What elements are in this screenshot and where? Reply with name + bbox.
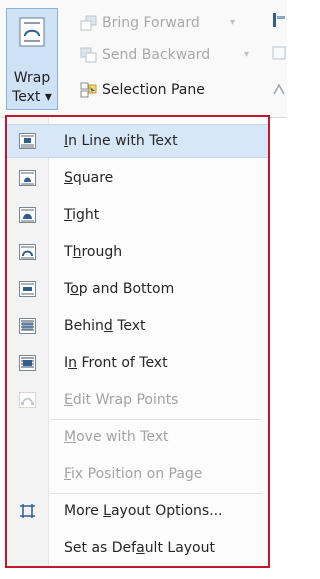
menu-item-fix-position-on-page[interactable]: Fix Position on Page [7,457,268,491]
send-backward-dropdown-icon[interactable]: ▾ [244,44,249,66]
group-icon[interactable] [272,46,286,62]
send-backward-button[interactable]: Send Backward ▾ [80,44,270,66]
bring-forward-dropdown-icon[interactable]: ▾ [230,12,235,34]
tight-wrap-icon [19,207,36,223]
bring-forward-icon [80,15,97,31]
edit-wrap-points-icon [19,392,36,408]
send-backward-icon [80,47,97,63]
menu-item-through[interactable]: Through [7,235,268,269]
menu-item-label: Move with Text [64,429,169,445]
wrap-text-label-line2: Text ▾ [12,89,52,105]
menu-item-label: In Front of Text [64,355,168,371]
bring-forward-button[interactable]: Bring Forward ▾ [80,12,260,34]
wrap-text-icon [19,17,45,47]
menu-item-label: More Layout Options... [64,503,223,519]
send-backward-label: Send Backward [102,47,211,63]
menu-item-move-with-text[interactable]: Move with Text [7,420,268,454]
menu-item-label: Square [64,170,114,186]
in-line-with-text-icon [19,133,36,149]
wrap-text-button[interactable]: Wrap Text ▾ [6,8,58,110]
in-front-of-text-icon [19,355,36,371]
menu-item-behind-text[interactable]: Behind Text [7,309,268,343]
menu-item-tight[interactable]: Tight [7,198,268,232]
menu-item-in-front-of-text[interactable]: In Front of Text [7,346,268,380]
behind-text-icon [19,318,36,334]
menu-item-label: Edit Wrap Points [64,392,179,408]
square-wrap-icon [19,170,36,186]
wrap-text-menu: In Line with Text Square Tight Through T… [5,115,270,568]
menu-item-label: In Line with Text [64,133,178,149]
menu-item-in-line-with-text[interactable]: In Line with Text [7,124,268,158]
rotate-icon[interactable] [272,82,286,98]
arrange-ribbon-group: Wrap Text ▾ Bring Forward ▾ Send Backwar… [0,0,287,118]
selection-pane-button[interactable]: Selection Pane [80,79,240,101]
menu-item-more-layout-options[interactable]: More Layout Options... [7,494,268,528]
menu-item-square[interactable]: Square [7,161,268,195]
menu-item-top-and-bottom[interactable]: Top and Bottom [7,272,268,306]
through-wrap-icon [19,244,36,260]
selection-pane-label: Selection Pane [102,82,205,98]
menu-item-label: Set as Default Layout [64,540,215,556]
top-and-bottom-icon [19,281,36,297]
more-layout-options-icon [20,504,35,518]
menu-item-label: Through [64,244,123,260]
wrap-text-label-line1: Wrap [13,70,51,86]
menu-item-label: Tight [64,207,100,223]
align-icon[interactable] [272,12,286,28]
selection-pane-icon [80,82,97,98]
menu-item-set-as-default-layout[interactable]: Set as Default Layout [7,531,268,565]
menu-item-edit-wrap-points[interactable]: Edit Wrap Points [7,383,268,417]
bring-forward-label: Bring Forward [102,15,200,31]
menu-item-label: Behind Text [64,318,146,334]
menu-item-label: Top and Bottom [64,281,175,297]
menu-item-label: Fix Position on Page [64,466,203,482]
